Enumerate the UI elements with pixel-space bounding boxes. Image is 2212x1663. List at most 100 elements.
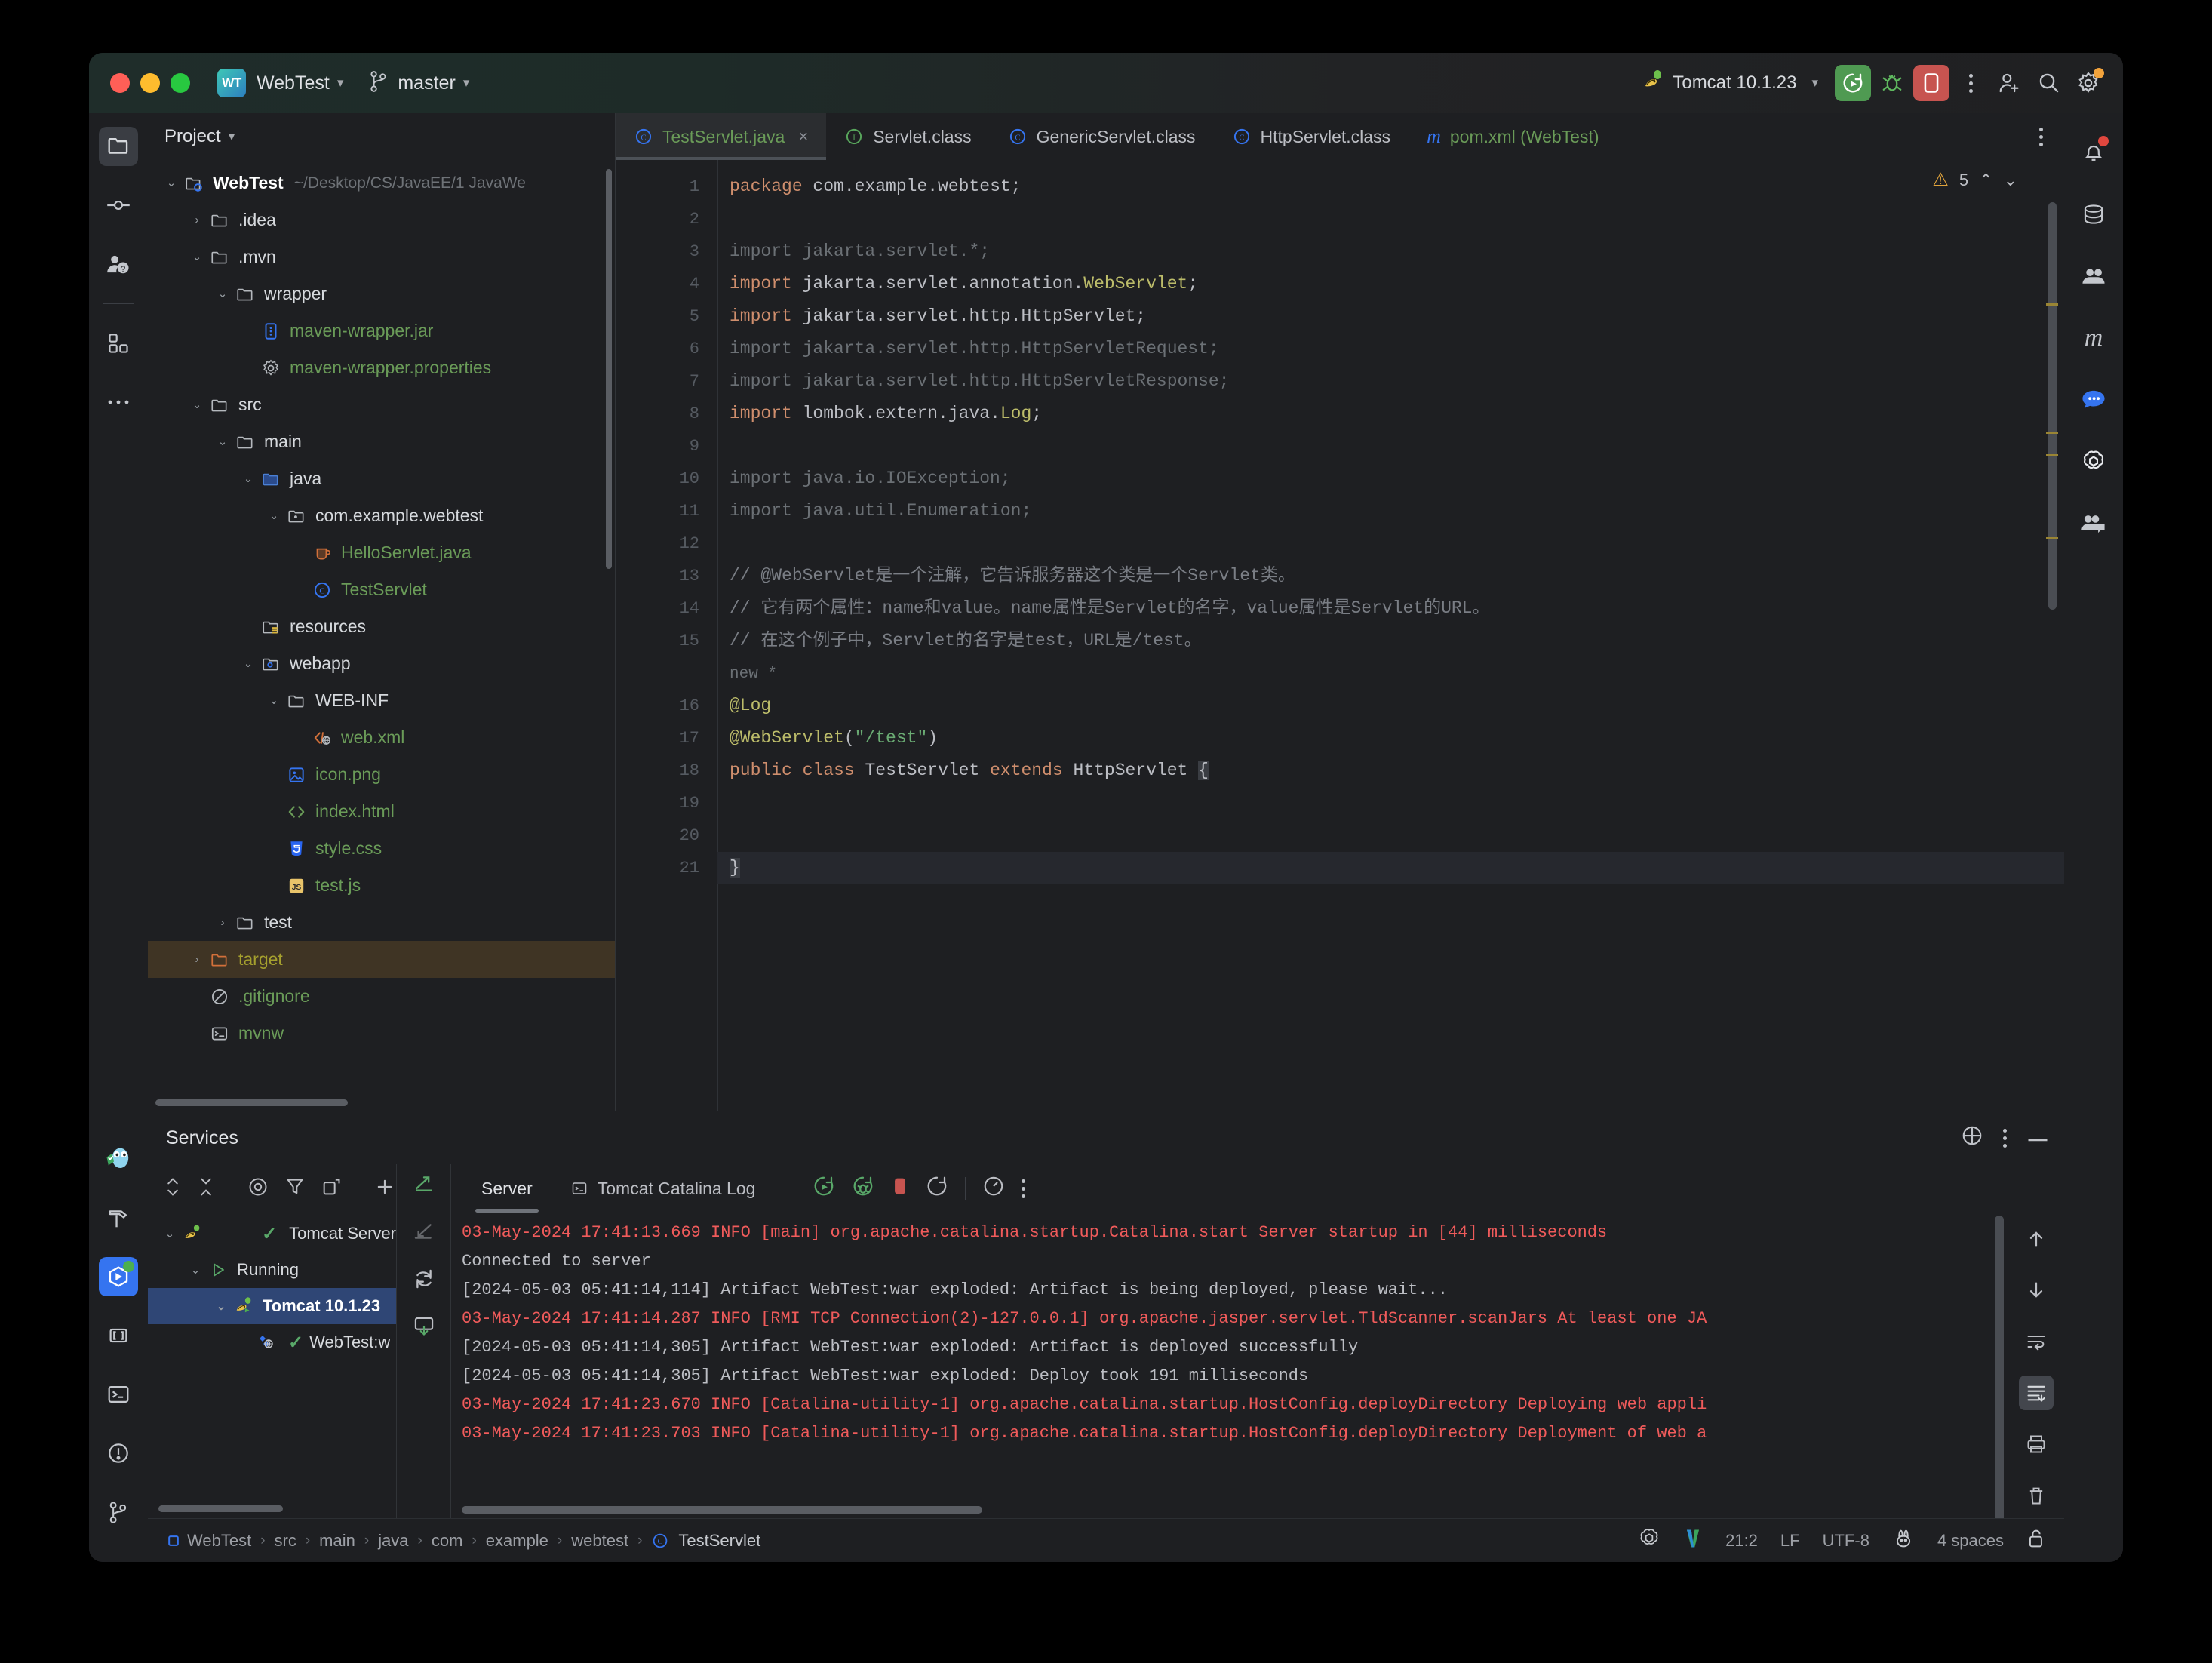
breadcrumb-item[interactable]: com — [432, 1531, 463, 1551]
chevron-down-icon[interactable]: ⌄ — [264, 510, 284, 521]
caret-position[interactable]: 21:2 — [1725, 1531, 1758, 1551]
filter-icon[interactable] — [285, 1176, 305, 1201]
services-tree[interactable]: ⌄ ✓ Tomcat Server ⌄ Running ⌄ Tomcat 10.1.23 ✓ W… — [148, 1213, 396, 1518]
line-separator[interactable]: LF — [1780, 1531, 1800, 1551]
editor-tab-bar[interactable]: C TestServlet.java × I Servlet.class C Generic… — [616, 113, 2064, 160]
code-line[interactable]: import lombok.extern.java.Log; — [717, 398, 2064, 430]
chevron-right-icon[interactable]: › — [213, 916, 232, 929]
project-tree-row[interactable]: icon.png — [148, 756, 615, 793]
console-vscrollbar[interactable] — [1995, 1216, 2004, 1518]
sidebar-item-go[interactable] — [99, 1139, 138, 1179]
rerun-service-icon[interactable] — [412, 1267, 436, 1295]
sidebar-item-collaboration[interactable] — [2074, 504, 2113, 543]
next-problem-button[interactable]: ⌄ — [2004, 171, 2017, 190]
project-tree-row[interactable]: ⌄ webapp — [148, 645, 615, 682]
sidebar-item-maven[interactable]: m — [2074, 318, 2113, 358]
version-control-icon[interactable] — [1683, 1527, 1703, 1554]
breadcrumb-item[interactable]: WebTest — [187, 1531, 251, 1551]
code-line[interactable] — [717, 787, 2064, 819]
settings-button[interactable] — [2070, 65, 2106, 101]
chevron-down-icon[interactable]: ⌄ — [213, 288, 232, 300]
sidebar-item-bookmarks[interactable] — [99, 1316, 138, 1355]
chevron-down-icon[interactable]: ⌄ — [187, 251, 207, 263]
sidebar-item-notifications[interactable] — [2074, 133, 2113, 172]
sidebar-item-database[interactable] — [2074, 195, 2113, 234]
rerun-debug-icon[interactable] — [852, 1175, 874, 1202]
soft-wrap-icon[interactable] — [2019, 1324, 2054, 1359]
services-tab[interactable]: Server — [466, 1164, 548, 1213]
project-tree-row[interactable]: JS test.js — [148, 867, 615, 904]
chevron-right-icon[interactable]: › — [187, 214, 207, 226]
editor-vscrollbar[interactable] — [2048, 202, 2057, 610]
chevron-down-icon[interactable]: ⌄ — [161, 177, 181, 189]
chevron-down-icon[interactable]: ⌄ — [160, 1228, 180, 1240]
close-tab-icon[interactable]: × — [798, 127, 808, 146]
console-more-button[interactable] — [1022, 1179, 1026, 1198]
sidebar-item-pull-requests[interactable]: ? — [99, 244, 138, 284]
project-tree-row[interactable]: › target — [148, 941, 615, 978]
sidebar-item-ai-assistant[interactable] — [2074, 257, 2113, 296]
step-into-icon[interactable] — [412, 1219, 436, 1247]
project-tree-row[interactable]: HelloServlet.java — [148, 534, 615, 571]
project-tree-row[interactable]: ⌄ WEB-INF — [148, 682, 615, 719]
debug-button[interactable] — [1874, 65, 1910, 101]
chevron-down-icon[interactable]: ⌄ — [238, 658, 258, 669]
code-line[interactable]: import java.util.Enumeration; — [717, 495, 2064, 527]
minimize-window-button[interactable] — [140, 73, 160, 93]
project-tree-row[interactable]: .gitignore — [148, 978, 615, 1015]
code-line[interactable] — [717, 430, 2064, 463]
sidebar-item-project[interactable] — [99, 127, 138, 166]
editor-tab[interactable]: C GenericServlet.class — [990, 113, 1214, 160]
more-actions-button[interactable] — [1952, 65, 1989, 101]
project-tree-row[interactable]: ⌄ com.example.webtest — [148, 497, 615, 534]
chevron-down-icon[interactable]: ⌄ — [211, 1301, 231, 1312]
project-tree-row[interactable]: ⌄ wrapper — [148, 275, 615, 312]
code-line[interactable] — [717, 527, 2064, 560]
step-over-icon[interactable] — [412, 1172, 436, 1200]
project-tree-row[interactable]: maven-wrapper.jar — [148, 312, 615, 349]
console-hscrollbar[interactable] — [462, 1506, 982, 1514]
sidebar-item-commit[interactable] — [99, 186, 138, 225]
chevron-down-icon[interactable]: ⌄ — [213, 436, 232, 447]
code-line[interactable]: new * — [717, 657, 2064, 690]
project-tree-hscrollbar[interactable] — [155, 1099, 348, 1106]
show-running-icon[interactable] — [247, 1176, 269, 1201]
code-line[interactable]: // @WebServlet是一个注解，它告诉服务器这个类是一个Servlet类… — [717, 560, 2064, 592]
services-hide-button[interactable] — [2026, 1127, 2049, 1149]
code-line[interactable]: public class TestServlet extends HttpSer… — [717, 755, 2064, 787]
breadcrumb-item[interactable]: TestServlet — [678, 1531, 760, 1551]
code-lines[interactable]: package com.example.webtest; import jakar… — [717, 160, 2064, 1111]
sidebar-item-build[interactable] — [99, 1198, 138, 1237]
scroll-to-end-icon[interactable] — [2019, 1376, 2054, 1410]
editor-tabs-more-button[interactable] — [2032, 113, 2051, 160]
chevron-down-icon[interactable]: ⌄ — [238, 473, 258, 484]
breadcrumb-item[interactable]: main — [319, 1531, 355, 1551]
services-more-button[interactable] — [2003, 1128, 2007, 1148]
project-tree-vscrollbar[interactable] — [606, 169, 612, 569]
project-tree-row[interactable]: ⌄ WebTest ~/Desktop/CS/JavaEE/1 JavaWe — [148, 164, 615, 201]
project-tree-row[interactable]: ⌄ src — [148, 386, 615, 423]
chevron-down-icon[interactable]: ⌄ — [264, 695, 284, 706]
project-tree-row[interactable]: › .idea — [148, 201, 615, 238]
clear-all-icon[interactable] — [2019, 1478, 2054, 1513]
breadcrumb-item[interactable]: webtest — [571, 1531, 628, 1551]
code-line[interactable]: } — [717, 852, 2064, 884]
stop-icon[interactable] — [891, 1175, 909, 1202]
open-in-new-tab-icon[interactable] — [321, 1176, 341, 1201]
restart-icon[interactable] — [926, 1175, 948, 1202]
project-selector[interactable]: WT WebTest ▾ — [217, 69, 345, 97]
services-console-output[interactable]: 03-May-2024 17:41:13.669 INFO [main] org… — [451, 1213, 2008, 1518]
code-line[interactable]: // 它有两个属性：name和value。name属性是Servlet的名字，v… — [717, 592, 2064, 625]
window-controls[interactable] — [110, 73, 190, 93]
project-pane-header[interactable]: Project ▾ — [148, 113, 615, 160]
print-icon[interactable] — [2019, 1427, 2054, 1462]
project-tree-row[interactable]: index.html — [148, 793, 615, 830]
stop-button[interactable] — [1913, 65, 1949, 101]
code-line[interactable]: import jakarta.servlet.http.HttpServletR… — [717, 365, 2064, 398]
project-tree-row[interactable]: style.css — [148, 830, 615, 867]
project-tree-row[interactable]: maven-wrapper.properties — [148, 349, 615, 386]
services-tree-hscrollbar[interactable] — [158, 1505, 283, 1512]
project-tree-row[interactable]: ⌄ .mvn — [148, 238, 615, 275]
scroll-down-icon[interactable] — [2019, 1273, 2054, 1308]
file-encoding[interactable]: UTF-8 — [1823, 1531, 1869, 1551]
